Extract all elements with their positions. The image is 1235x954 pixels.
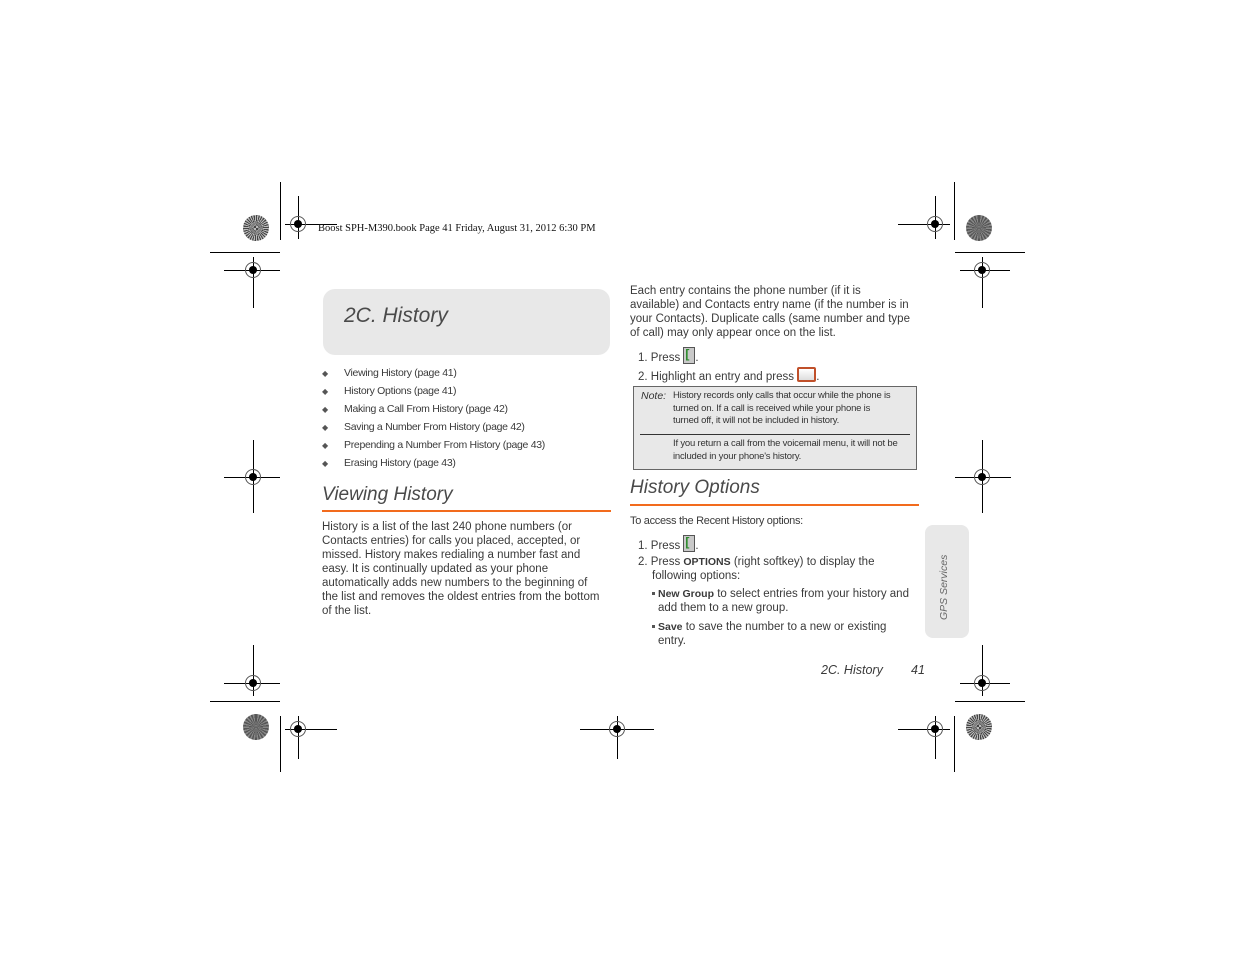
note-divider bbox=[640, 434, 910, 435]
crop-line bbox=[954, 716, 955, 772]
registration-target-icon bbox=[245, 469, 261, 485]
section-title-viewing-history: Viewing History bbox=[322, 484, 453, 505]
crop-line bbox=[955, 252, 1025, 253]
crop-line bbox=[280, 716, 281, 772]
registration-target-icon bbox=[974, 469, 990, 485]
section-rule bbox=[630, 504, 919, 506]
registration-target-icon bbox=[609, 721, 625, 737]
registration-target-icon bbox=[927, 721, 943, 737]
chapter-toc: ◆ Viewing History (page 41) ◆ History Opti… bbox=[322, 366, 612, 474]
print-header: Boost SPH-M390.book Page 41 Friday, Augu… bbox=[318, 223, 596, 234]
history-options-intro: To access the Recent History options: bbox=[630, 515, 803, 527]
note-label: Note: bbox=[641, 390, 667, 402]
footer-section: 2C. History bbox=[821, 663, 883, 677]
diamond-bullet-icon: ◆ bbox=[322, 387, 328, 396]
registration-target-icon bbox=[927, 216, 943, 232]
crop-line bbox=[210, 701, 280, 702]
square-bullet-icon bbox=[652, 625, 655, 628]
entry-info-paragraph: Each entry contains the phone number (if… bbox=[630, 285, 910, 339]
registration-target-icon bbox=[974, 262, 990, 278]
registration-sunburst-icon bbox=[243, 215, 269, 241]
diamond-bullet-icon: ◆ bbox=[322, 441, 328, 450]
crop-line bbox=[954, 182, 955, 240]
section-title-history-options: History Options bbox=[630, 477, 760, 498]
registration-target-icon bbox=[974, 675, 990, 691]
side-tab: GPS Services bbox=[925, 525, 969, 638]
crop-line bbox=[210, 252, 280, 253]
diamond-bullet-icon: ◆ bbox=[322, 459, 328, 468]
registration-sunburst-icon bbox=[966, 215, 992, 241]
toc-item[interactable]: ◆ Erasing History (page 43) bbox=[322, 456, 612, 474]
registration-sunburst-icon bbox=[966, 714, 992, 740]
toc-item[interactable]: ◆ History Options (page 41) bbox=[322, 384, 612, 402]
note-text-1: History records only calls that occur wh… bbox=[673, 390, 891, 426]
options-step-1: 1. Press . bbox=[638, 535, 699, 552]
note-text-2: If you return a call from the voicemail … bbox=[673, 438, 898, 462]
options-step-2: 2. Press OPTIONS (right softkey) to disp… bbox=[638, 556, 875, 582]
toc-item[interactable]: ◆ Saving a Number From History (page 42) bbox=[322, 420, 612, 438]
square-bullet-icon bbox=[652, 592, 655, 595]
toc-item[interactable]: ◆ Viewing History (page 41) bbox=[322, 366, 612, 384]
diamond-bullet-icon: ◆ bbox=[322, 369, 328, 378]
side-tab-label: GPS Services bbox=[938, 554, 950, 620]
chapter-title: 2C. History bbox=[344, 304, 448, 327]
option-save: Save to save the number to a new or exis… bbox=[652, 620, 922, 648]
registration-sunburst-icon bbox=[243, 714, 269, 740]
chapter-title-box: 2C. History bbox=[323, 289, 610, 355]
diamond-bullet-icon: ◆ bbox=[322, 405, 328, 414]
talk-key-icon bbox=[683, 535, 696, 552]
step-1-press-talk: 1. Press . bbox=[638, 347, 699, 364]
note-box: Note: History records only calls that oc… bbox=[633, 386, 917, 470]
registration-target-icon bbox=[245, 675, 261, 691]
option-new-group: New Group to select entries from your hi… bbox=[652, 587, 922, 615]
menu-ok-key-icon bbox=[797, 367, 817, 382]
page-number: 41 bbox=[911, 663, 925, 677]
toc-item[interactable]: ◆ Making a Call From History (page 42) bbox=[322, 402, 612, 420]
registration-target-icon bbox=[290, 721, 306, 737]
registration-target-icon bbox=[245, 262, 261, 278]
talk-key-icon bbox=[683, 347, 696, 364]
viewing-history-paragraph: History is a list of the last 240 phone … bbox=[322, 521, 600, 617]
diamond-bullet-icon: ◆ bbox=[322, 423, 328, 432]
crop-line bbox=[955, 701, 1025, 702]
registration-target-icon bbox=[290, 216, 306, 232]
section-rule bbox=[322, 510, 611, 512]
crop-line bbox=[280, 182, 281, 240]
toc-item[interactable]: ◆ Prepending a Number From History (page … bbox=[322, 438, 612, 456]
step-2-highlight-entry: 2. Highlight an entry and press . bbox=[638, 367, 819, 383]
